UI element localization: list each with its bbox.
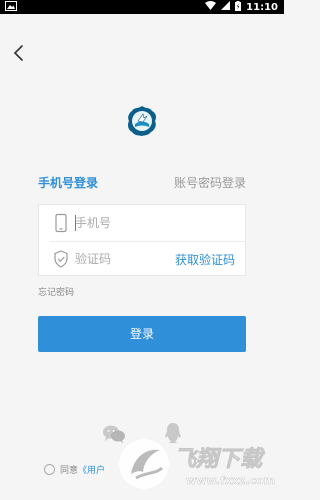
login-button[interactable]: 登录 [38,316,246,352]
tab-account-login[interactable]: 账号密码登录 [174,174,246,191]
status-time: 11:10 [246,1,278,13]
back-button[interactable] [8,42,30,64]
get-code-button[interactable]: 获取验证码 [175,251,235,268]
watermark-title: 飞翔下载 [174,447,265,472]
watermark-url: www.fxxz.com [186,474,275,487]
login-form: 获取验证码 [38,204,246,276]
signal-icon [221,1,231,13]
text-cursor [75,215,76,231]
user-agreement-link[interactable]: 《用户 [78,466,105,476]
status-bar: 11:10 [0,0,284,14]
chevron-left-icon [13,45,23,61]
phone-input[interactable] [75,213,195,233]
battery-icon [235,0,242,14]
phone-icon [51,213,71,233]
app-logo [126,105,158,137]
code-row: 获取验证码 [39,241,245,277]
agreement: 同意《用户 [44,463,105,476]
wifi-icon [205,1,217,13]
agreement-radio[interactable] [44,464,55,475]
agreement-prefix: 同意 [60,466,79,476]
image-notification-icon [5,1,17,14]
tab-phone-login[interactable]: 手机号登录 [38,174,98,191]
forgot-password-link[interactable]: 忘记密码 [38,285,74,298]
shield-check-icon [51,249,71,269]
watermark: 飞翔下载 www.fxxz.com [116,432,284,494]
phone-row [39,205,245,241]
